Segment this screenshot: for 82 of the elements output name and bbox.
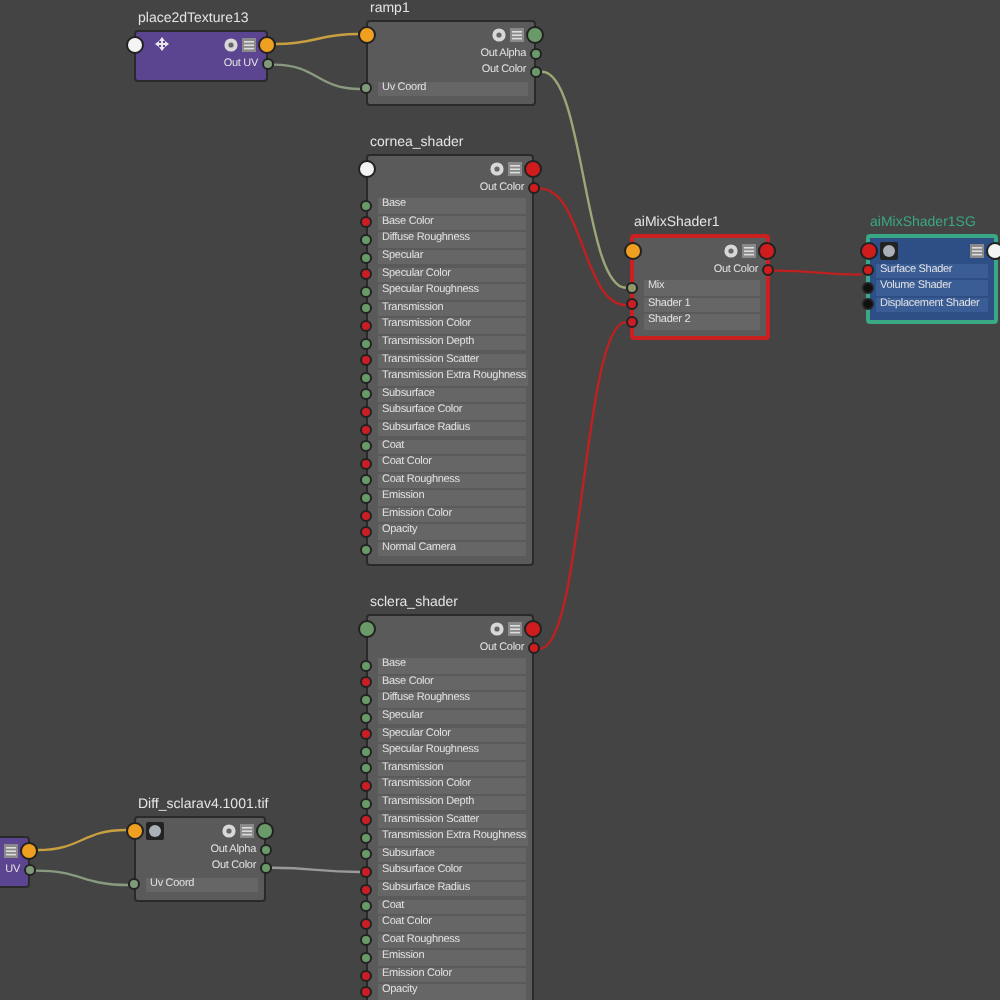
output-port[interactable]: [258, 35, 276, 53]
connection-wire: [37, 828, 127, 852]
input-port[interactable]: [360, 526, 372, 539]
list-icon: [510, 27, 524, 41]
gear-icon: [492, 27, 506, 41]
input-port[interactable]: [360, 745, 372, 758]
input-port[interactable]: [360, 371, 372, 384]
input-port[interactable]: [360, 659, 372, 672]
input-port[interactable]: [360, 543, 372, 556]
input-port[interactable]: [360, 951, 372, 964]
input-port[interactable]: [360, 762, 372, 775]
input-port[interactable]: [360, 711, 372, 724]
list-icon: [742, 243, 756, 257]
input-port[interactable]: [360, 814, 372, 827]
gear-icon: [724, 243, 738, 257]
sphere-thumbnail-icon: [146, 821, 164, 839]
input-port[interactable]: [360, 337, 372, 350]
input-port[interactable]: [360, 216, 372, 229]
input-port[interactable]: [360, 457, 372, 470]
input-port[interactable]: [358, 159, 376, 177]
input-port[interactable]: [126, 35, 144, 53]
input-port[interactable]: [360, 199, 372, 212]
connection-wire: [275, 32, 359, 46]
input-port[interactable]: [360, 320, 372, 333]
list-icon: [970, 243, 984, 257]
input-port[interactable]: [360, 406, 372, 419]
input-port[interactable]: [360, 251, 372, 264]
connection-wire: [774, 269, 862, 276]
list-icon: [508, 161, 522, 175]
input-port[interactable]: [360, 509, 372, 522]
input-port[interactable]: [360, 440, 372, 453]
gear-icon: [490, 621, 504, 635]
input-port[interactable]: [360, 285, 372, 298]
input-port[interactable]: [360, 780, 372, 793]
input-port[interactable]: [360, 728, 372, 741]
connection-wire: [272, 866, 360, 874]
input-port[interactable]: [360, 676, 372, 689]
input-port[interactable]: [860, 241, 878, 259]
input-port[interactable]: [360, 969, 372, 982]
sphere-thumbnail-icon: [880, 241, 898, 259]
input-port[interactable]: [626, 281, 638, 294]
input-port[interactable]: [126, 821, 144, 839]
input-port[interactable]: [360, 354, 372, 367]
output-port[interactable]: [986, 241, 1000, 259]
input-port[interactable]: [360, 234, 372, 247]
input-port[interactable]: [360, 848, 372, 861]
list-icon: [240, 823, 254, 837]
input-port[interactable]: [360, 694, 372, 707]
list-icon: [508, 621, 522, 635]
input-port[interactable]: [624, 241, 642, 259]
input-port[interactable]: [360, 883, 372, 896]
input-port[interactable]: [862, 264, 874, 277]
connection-wire: [273, 63, 361, 91]
input-port[interactable]: [360, 474, 372, 487]
input-port[interactable]: [360, 423, 372, 436]
input-port[interactable]: [360, 797, 372, 810]
input-port[interactable]: [360, 986, 372, 999]
input-port[interactable]: [358, 25, 376, 43]
gear-icon: [222, 823, 236, 837]
input-port[interactable]: [862, 298, 874, 311]
input-port[interactable]: [862, 281, 874, 294]
input-port[interactable]: [626, 298, 638, 311]
input-port[interactable]: [360, 831, 372, 844]
gear-icon: [490, 161, 504, 175]
output-port[interactable]: [20, 841, 38, 859]
list-icon: [242, 37, 256, 51]
input-port[interactable]: [360, 388, 372, 401]
input-port[interactable]: [360, 302, 372, 315]
list-icon: [4, 843, 18, 857]
input-port[interactable]: [128, 878, 140, 891]
move-icon: [154, 36, 170, 52]
input-port[interactable]: [360, 917, 372, 930]
input-port[interactable]: [360, 268, 372, 281]
input-port[interactable]: [626, 316, 638, 329]
input-port[interactable]: [360, 900, 372, 913]
input-port[interactable]: [360, 491, 372, 504]
gear-icon: [224, 37, 238, 51]
input-port[interactable]: [360, 934, 372, 947]
input-port[interactable]: [358, 619, 376, 637]
input-port[interactable]: [360, 866, 372, 879]
input-port[interactable]: [360, 82, 372, 95]
connection-wire: [35, 869, 129, 887]
